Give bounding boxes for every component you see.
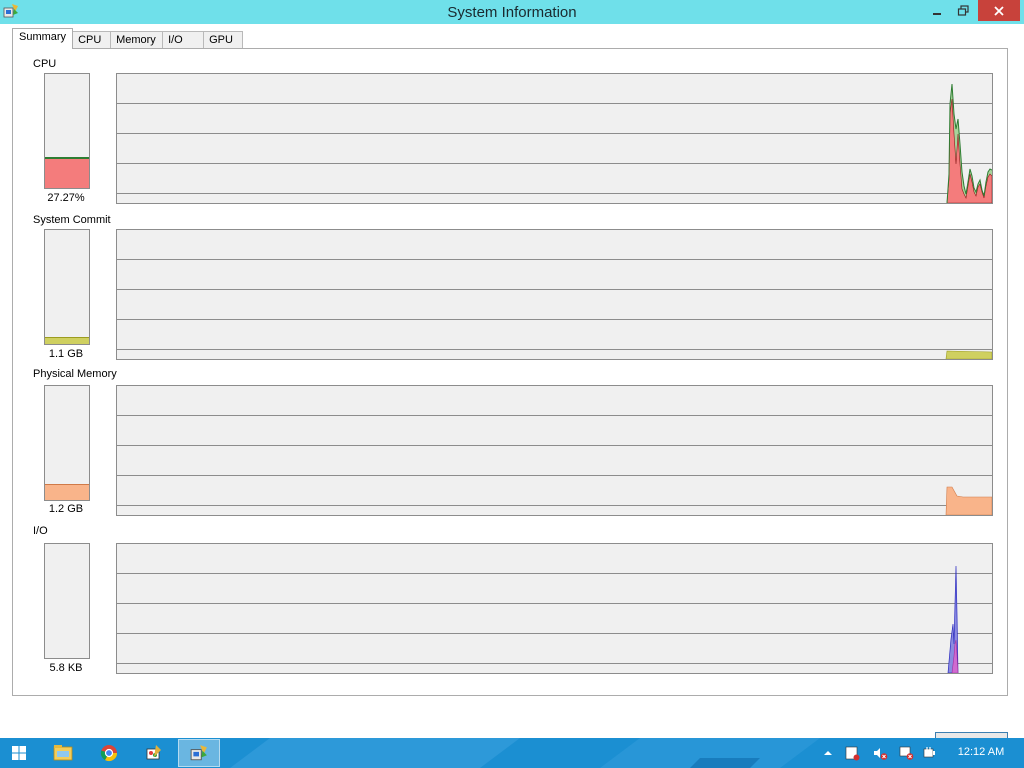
taskbar-system-information[interactable] bbox=[178, 739, 220, 767]
tab-gpu[interactable]: GPU bbox=[203, 31, 244, 49]
title-bar: System Information bbox=[0, 0, 1024, 24]
tab-memory[interactable]: Memory bbox=[110, 31, 164, 49]
commit-meter-fill bbox=[45, 337, 89, 344]
volume-muted-icon[interactable] bbox=[872, 745, 888, 761]
minimize-button[interactable] bbox=[924, 0, 950, 21]
physical-memory-history-graph bbox=[116, 385, 993, 516]
io-meter bbox=[44, 543, 90, 659]
commit-value: 1.1 GB bbox=[48, 348, 84, 360]
io-history-graph bbox=[116, 543, 993, 674]
close-button[interactable] bbox=[978, 0, 1020, 21]
minimize-icon bbox=[933, 12, 941, 15]
action-center-icon[interactable] bbox=[844, 745, 860, 761]
commit-meter bbox=[44, 229, 90, 345]
power-icon[interactable] bbox=[922, 745, 938, 761]
taskbar-paint[interactable] bbox=[133, 739, 175, 767]
close-icon bbox=[994, 5, 1004, 16]
physical-memory-meter-fill bbox=[45, 484, 89, 500]
cpu-label: CPU bbox=[33, 58, 57, 70]
cpu-value: 27.27% bbox=[47, 192, 85, 204]
tab-cpu[interactable]: CPU bbox=[72, 31, 112, 49]
tab-summary[interactable]: Summary bbox=[12, 28, 74, 49]
io-value: 5.8 KB bbox=[49, 662, 83, 674]
commit-label: System Commit bbox=[33, 214, 111, 226]
cpu-history-graph bbox=[116, 73, 993, 204]
physical-memory-area bbox=[945, 486, 992, 515]
window-title: System Information bbox=[447, 4, 577, 21]
system-information-icon bbox=[190, 745, 207, 761]
physical-memory-value: 1.2 GB bbox=[48, 503, 84, 515]
commit-history-graph bbox=[116, 229, 993, 360]
taskbar-clock[interactable]: 12:12 AM bbox=[950, 746, 1012, 758]
taskbar-file-explorer[interactable] bbox=[42, 739, 84, 767]
start-button[interactable] bbox=[0, 738, 38, 768]
window-body: Summary CPU Memory I/O GPU CPU 27.27% Sy… bbox=[0, 24, 1024, 753]
show-hidden-icons-chevron[interactable] bbox=[820, 745, 836, 761]
physical-memory-label: Physical Memory bbox=[33, 368, 117, 380]
windows-logo-icon bbox=[12, 746, 26, 760]
tab-io[interactable]: I/O bbox=[162, 31, 205, 49]
commit-area bbox=[945, 350, 992, 359]
restore-icon bbox=[957, 4, 969, 16]
taskbar: 12:12 AM bbox=[0, 738, 1024, 768]
cpu-meter bbox=[44, 73, 90, 189]
network-disconnected-icon[interactable] bbox=[898, 745, 914, 761]
file-explorer-icon bbox=[53, 745, 73, 761]
physical-memory-meter bbox=[44, 385, 90, 501]
paint-icon bbox=[146, 745, 161, 760]
cpu-meter-fill bbox=[45, 156, 89, 188]
chrome-icon bbox=[100, 745, 118, 762]
taskbar-chrome[interactable] bbox=[88, 739, 130, 767]
restore-button[interactable] bbox=[950, 0, 976, 21]
summary-panel: CPU 27.27% System Commit 1.1 GB Physical… bbox=[12, 48, 1008, 696]
io-label: I/O bbox=[33, 525, 48, 537]
tab-strip: Summary CPU Memory I/O GPU bbox=[12, 28, 244, 49]
